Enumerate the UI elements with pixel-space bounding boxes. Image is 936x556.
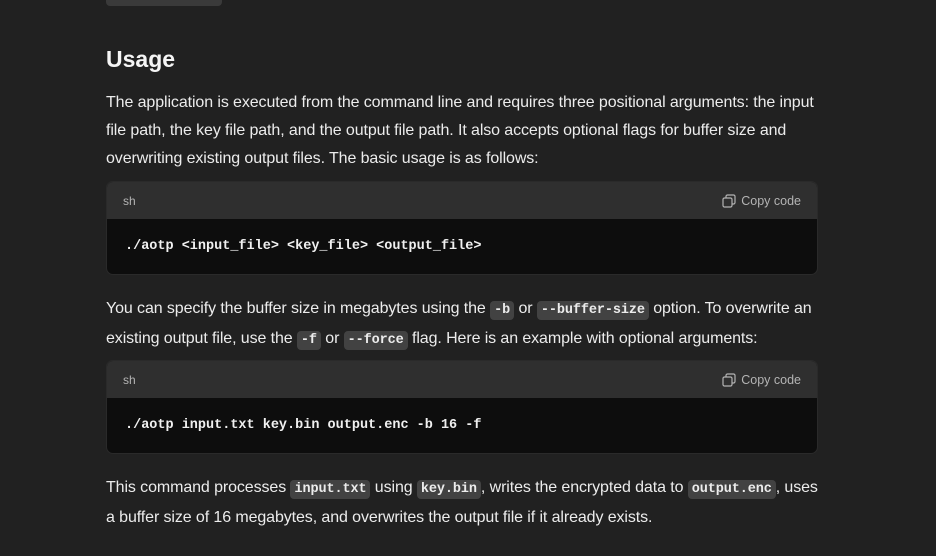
inline-code-fragment	[106, 0, 222, 6]
inline-code: --buffer-size	[536, 301, 649, 320]
paragraph-intro: The application is executed from the com…	[106, 94, 814, 167]
section-heading: Usage	[106, 46, 176, 72]
text-segment: using	[370, 479, 417, 496]
code-content: ./aotp <input_file> <key_file> <output_f…	[125, 239, 482, 254]
text-segment: or	[514, 300, 537, 317]
paragraph-options: You can specify the buffer size in megab…	[106, 295, 818, 355]
copy-icon	[722, 193, 736, 208]
code-content: ./aotp input.txt key.bin output.enc -b 1…	[125, 418, 482, 433]
code-block-header: sh Copy code	[107, 361, 817, 398]
text-segment: flag. Here is an example with optional a…	[407, 330, 758, 347]
text-segment: , writes the encrypted data to	[480, 479, 688, 496]
copy-code-button[interactable]: Copy code	[722, 194, 801, 208]
text-segment: This command processes	[106, 479, 291, 496]
code-language-label: sh	[123, 372, 136, 387]
inline-code: key.bin	[416, 480, 481, 499]
copy-code-label: Copy code	[741, 372, 801, 387]
inline-code: output.enc	[687, 480, 776, 499]
code-language-label: sh	[123, 193, 136, 208]
inline-code: -f	[296, 331, 321, 350]
inline-code: --force	[343, 331, 408, 350]
text-segment: or	[320, 330, 344, 347]
code-block-header: sh Copy code	[107, 182, 817, 219]
inline-code: input.txt	[290, 480, 371, 499]
text-segment: You can specify the buffer size in megab…	[106, 300, 491, 317]
copy-code-label: Copy code	[741, 193, 801, 208]
copy-icon	[722, 372, 736, 387]
previous-content-fragment	[106, 0, 274, 6]
copy-code-button[interactable]: Copy code	[722, 373, 801, 387]
code-block-basic-usage: sh Copy code ./aotp <input_file> <key_fi…	[106, 181, 818, 275]
paragraph-explanation: This command processes input.txt using k…	[106, 474, 818, 532]
inline-code: -b	[490, 301, 515, 320]
code-block-example: sh Copy code ./aotp input.txt key.bin ou…	[106, 360, 818, 454]
